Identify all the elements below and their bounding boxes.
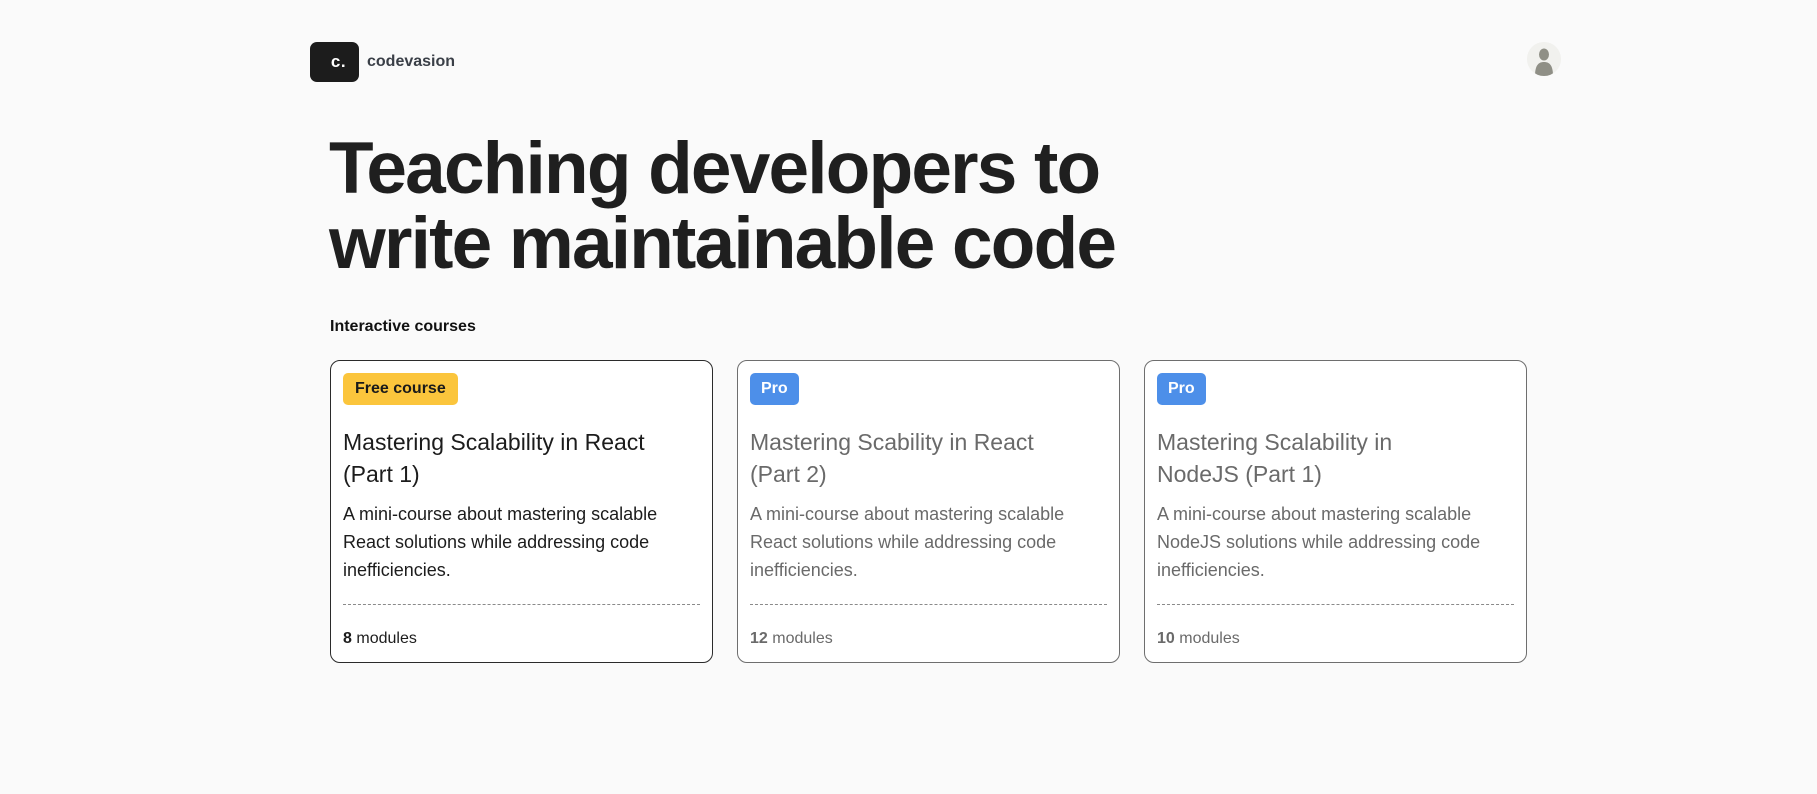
brand-home-link[interactable]: c. codevasion (310, 42, 455, 82)
course-list: Free course Mastering Scalability in Rea… (330, 360, 1527, 663)
module-count: 8 modules (343, 629, 417, 649)
course-title-line-2: (Part 2) (750, 461, 827, 487)
module-count-label: modules (356, 630, 417, 647)
module-count: 12 modules (750, 629, 833, 649)
course-description: A mini-course about mastering scalable R… (343, 504, 658, 580)
brand-name: codevasion (367, 53, 456, 70)
hero-title-line-1: Teaching developers to (329, 128, 1101, 209)
course-description: A mini-course about mastering scalable R… (750, 504, 1065, 580)
module-count: 10 modules (1157, 629, 1240, 649)
module-count-number: 12 (750, 630, 768, 647)
pro-badge: Pro (1157, 373, 1206, 405)
free-course-badge: Free course (343, 373, 458, 405)
course-card-react-part-2[interactable]: Pro Mastering Scability in React (Part 2… (737, 360, 1120, 663)
course-title: Mastering Scalability in NodeJS (Part 1) (1157, 426, 1487, 490)
course-title-line-1: Mastering Scalability in (1157, 429, 1393, 455)
course-card-react-part-1[interactable]: Free course Mastering Scalability in Rea… (330, 360, 713, 663)
course-title-line-1: Mastering Scalability in React (343, 429, 645, 455)
user-avatar-icon (1527, 42, 1561, 76)
course-title-line-2: NodeJS (Part 1) (1157, 461, 1322, 487)
course-title: Mastering Scalability in React (Part 1) (343, 426, 673, 490)
hero-title: Teaching developers to write maintainabl… (329, 131, 1229, 281)
user-avatar[interactable] (1527, 42, 1561, 76)
pro-badge: Pro (750, 373, 799, 405)
module-count-label: modules (1179, 630, 1240, 647)
card-divider (750, 604, 1107, 605)
card-divider (343, 604, 700, 605)
section-label: Interactive courses (330, 318, 476, 335)
module-count-number: 8 (343, 630, 352, 647)
module-count-label: modules (772, 630, 833, 647)
module-count-number: 10 (1157, 630, 1175, 647)
page: c. codevasion Teaching developers to wri… (0, 0, 1817, 794)
course-description: A mini-course about mastering scalable N… (1157, 504, 1481, 580)
site-header: c. codevasion (310, 42, 1561, 82)
hero-title-line-2: write maintainable code (329, 203, 1117, 284)
course-title-line-1: Mastering Scability in React (750, 429, 1034, 455)
course-card-nodejs-part-1[interactable]: Pro Mastering Scalability in NodeJS (Par… (1144, 360, 1527, 663)
course-title-line-2: (Part 1) (343, 461, 420, 487)
logo-badge: c. (310, 42, 359, 82)
card-divider (1157, 604, 1514, 605)
course-title: Mastering Scability in React (Part 2) (750, 426, 1080, 490)
